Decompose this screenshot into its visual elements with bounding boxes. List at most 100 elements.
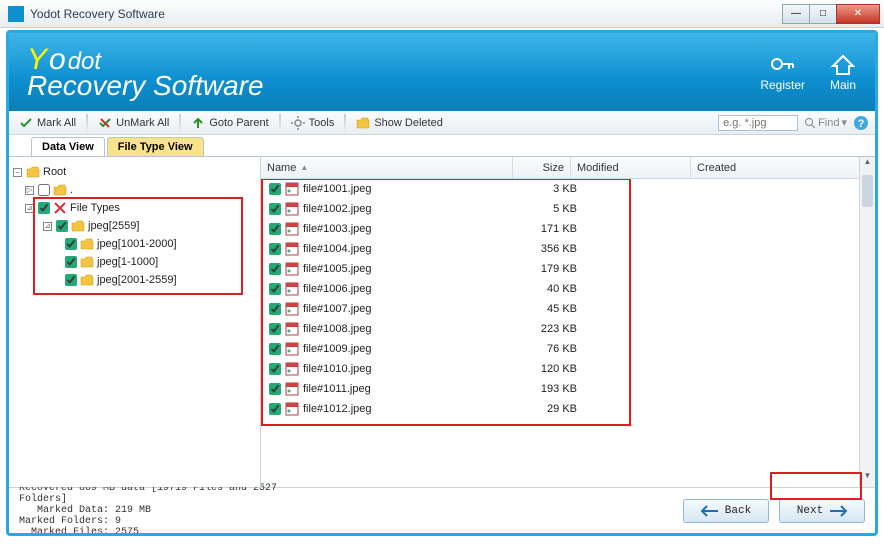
- tab-data-view[interactable]: Data View: [31, 137, 105, 156]
- file-size: 223 KB: [525, 323, 583, 335]
- tree-jpeg-1001[interactable]: jpeg[1001-2000]: [13, 235, 256, 253]
- file-row[interactable]: file#1003.jpeg 171 KB: [261, 219, 875, 239]
- file-row[interactable]: file#1005.jpeg 179 KB: [261, 259, 875, 279]
- file-checkbox[interactable]: [269, 183, 281, 195]
- file-checkbox[interactable]: [269, 283, 281, 295]
- tools-button[interactable]: Tools: [287, 114, 339, 132]
- register-button[interactable]: Register: [760, 52, 805, 92]
- deleted-icon: [53, 201, 67, 215]
- file-checkbox[interactable]: [269, 303, 281, 315]
- column-name[interactable]: Name▲: [261, 157, 513, 178]
- scrollbar[interactable]: ▲ ▼: [859, 157, 875, 487]
- tree-checkbox[interactable]: [65, 238, 77, 250]
- tree-checkbox[interactable]: [65, 274, 77, 286]
- show-deleted-button[interactable]: Show Deleted: [352, 114, 447, 132]
- file-row[interactable]: file#1008.jpeg 223 KB: [261, 319, 875, 339]
- file-name: file#1007.jpeg: [303, 303, 525, 315]
- file-size: 76 KB: [525, 343, 583, 355]
- scroll-thumb[interactable]: [862, 175, 873, 207]
- file-row[interactable]: file#1009.jpeg 76 KB: [261, 339, 875, 359]
- key-icon: [769, 52, 797, 76]
- maximize-button[interactable]: □: [809, 4, 837, 24]
- status-bar: Recovered 869 MB data [19719 Files and 2…: [9, 487, 875, 533]
- file-size: 171 KB: [525, 223, 583, 235]
- file-row[interactable]: file#1006.jpeg 40 KB: [261, 279, 875, 299]
- unmark-all-button[interactable]: UnMark All: [94, 114, 173, 132]
- image-file-icon: [285, 342, 299, 356]
- folder-tree: − Root ▷ . ⊿ File Types ⊿: [9, 157, 261, 487]
- file-size: 3 KB: [525, 183, 583, 195]
- tree-file-types[interactable]: ⊿ File Types: [13, 199, 256, 217]
- help-icon[interactable]: ?: [853, 115, 869, 131]
- file-checkbox[interactable]: [269, 343, 281, 355]
- file-name: file#1001.jpeg: [303, 183, 525, 195]
- file-row[interactable]: file#1007.jpeg 45 KB: [261, 299, 875, 319]
- search-input[interactable]: [718, 115, 798, 131]
- minimize-button[interactable]: —: [782, 4, 810, 24]
- file-checkbox[interactable]: [269, 363, 281, 375]
- folder-icon: [80, 255, 94, 269]
- scroll-up-icon[interactable]: ▲: [860, 157, 875, 173]
- tree-jpeg-2001[interactable]: jpeg[2001-2559]: [13, 271, 256, 289]
- tree-checkbox[interactable]: [65, 256, 77, 268]
- folder-icon: [26, 165, 40, 179]
- file-row[interactable]: file#1011.jpeg 193 KB: [261, 379, 875, 399]
- tree-checkbox[interactable]: [38, 202, 50, 214]
- tree-root[interactable]: − Root: [13, 163, 256, 181]
- window-titlebar: Yodot Recovery Software — □ ✕: [0, 0, 884, 28]
- scroll-down-icon[interactable]: ▼: [860, 471, 875, 487]
- file-row[interactable]: file#1002.jpeg 5 KB: [261, 199, 875, 219]
- file-checkbox[interactable]: [269, 243, 281, 255]
- tree-dot[interactable]: ▷ .: [13, 181, 256, 199]
- expand-icon[interactable]: ▷: [25, 186, 34, 195]
- header-subtitle: Recovery Software: [27, 73, 264, 98]
- column-modified[interactable]: Modified: [571, 157, 691, 178]
- collapse-icon[interactable]: ⊿: [43, 222, 52, 231]
- file-row[interactable]: file#1012.jpeg 29 KB: [261, 399, 875, 419]
- app-header: Yodot Recovery Software Register Main: [9, 33, 875, 111]
- tree-jpeg-main[interactable]: ⊿ jpeg[2559]: [13, 217, 256, 235]
- main-button[interactable]: Main: [829, 52, 857, 92]
- tab-file-type-view[interactable]: File Type View: [107, 137, 204, 156]
- tree-checkbox[interactable]: [56, 220, 68, 232]
- image-file-icon: [285, 222, 299, 236]
- file-checkbox[interactable]: [269, 383, 281, 395]
- up-arrow-icon: [191, 116, 205, 130]
- file-checkbox[interactable]: [269, 223, 281, 235]
- mark-all-button[interactable]: Mark All: [15, 114, 80, 132]
- back-button[interactable]: Back: [683, 499, 769, 523]
- tree-jpeg-1[interactable]: jpeg[1-1000]: [13, 253, 256, 271]
- file-checkbox[interactable]: [269, 203, 281, 215]
- collapse-icon[interactable]: −: [13, 168, 22, 177]
- next-button[interactable]: Next: [779, 499, 865, 523]
- file-row[interactable]: file#1004.jpeg 356 KB: [261, 239, 875, 259]
- file-row[interactable]: file#1001.jpeg 3 KB: [261, 179, 875, 199]
- file-name: file#1002.jpeg: [303, 203, 525, 215]
- file-checkbox[interactable]: [269, 263, 281, 275]
- find-button[interactable]: Find ▾: [804, 116, 847, 129]
- folder-icon: [71, 219, 85, 233]
- file-name: file#1012.jpeg: [303, 403, 525, 415]
- svg-text:?: ?: [858, 118, 865, 130]
- close-button[interactable]: ✕: [836, 4, 880, 24]
- collapse-icon[interactable]: ⊿: [25, 204, 34, 213]
- image-file-icon: [285, 242, 299, 256]
- file-name: file#1003.jpeg: [303, 223, 525, 235]
- file-size: 45 KB: [525, 303, 583, 315]
- image-file-icon: [285, 402, 299, 416]
- check-icon: [19, 116, 33, 130]
- goto-parent-button[interactable]: Goto Parent: [187, 114, 272, 132]
- uncheck-icon: [98, 116, 112, 130]
- folder-open-icon: [356, 116, 370, 130]
- column-created[interactable]: Created: [691, 157, 875, 178]
- file-checkbox[interactable]: [269, 403, 281, 415]
- image-file-icon: [285, 262, 299, 276]
- column-size[interactable]: Size: [513, 157, 571, 178]
- file-name: file#1004.jpeg: [303, 243, 525, 255]
- image-file-icon: [285, 382, 299, 396]
- file-size: 5 KB: [525, 203, 583, 215]
- window-title: Yodot Recovery Software: [30, 7, 783, 21]
- file-checkbox[interactable]: [269, 323, 281, 335]
- tree-checkbox[interactable]: [38, 184, 50, 196]
- file-row[interactable]: file#1010.jpeg 120 KB: [261, 359, 875, 379]
